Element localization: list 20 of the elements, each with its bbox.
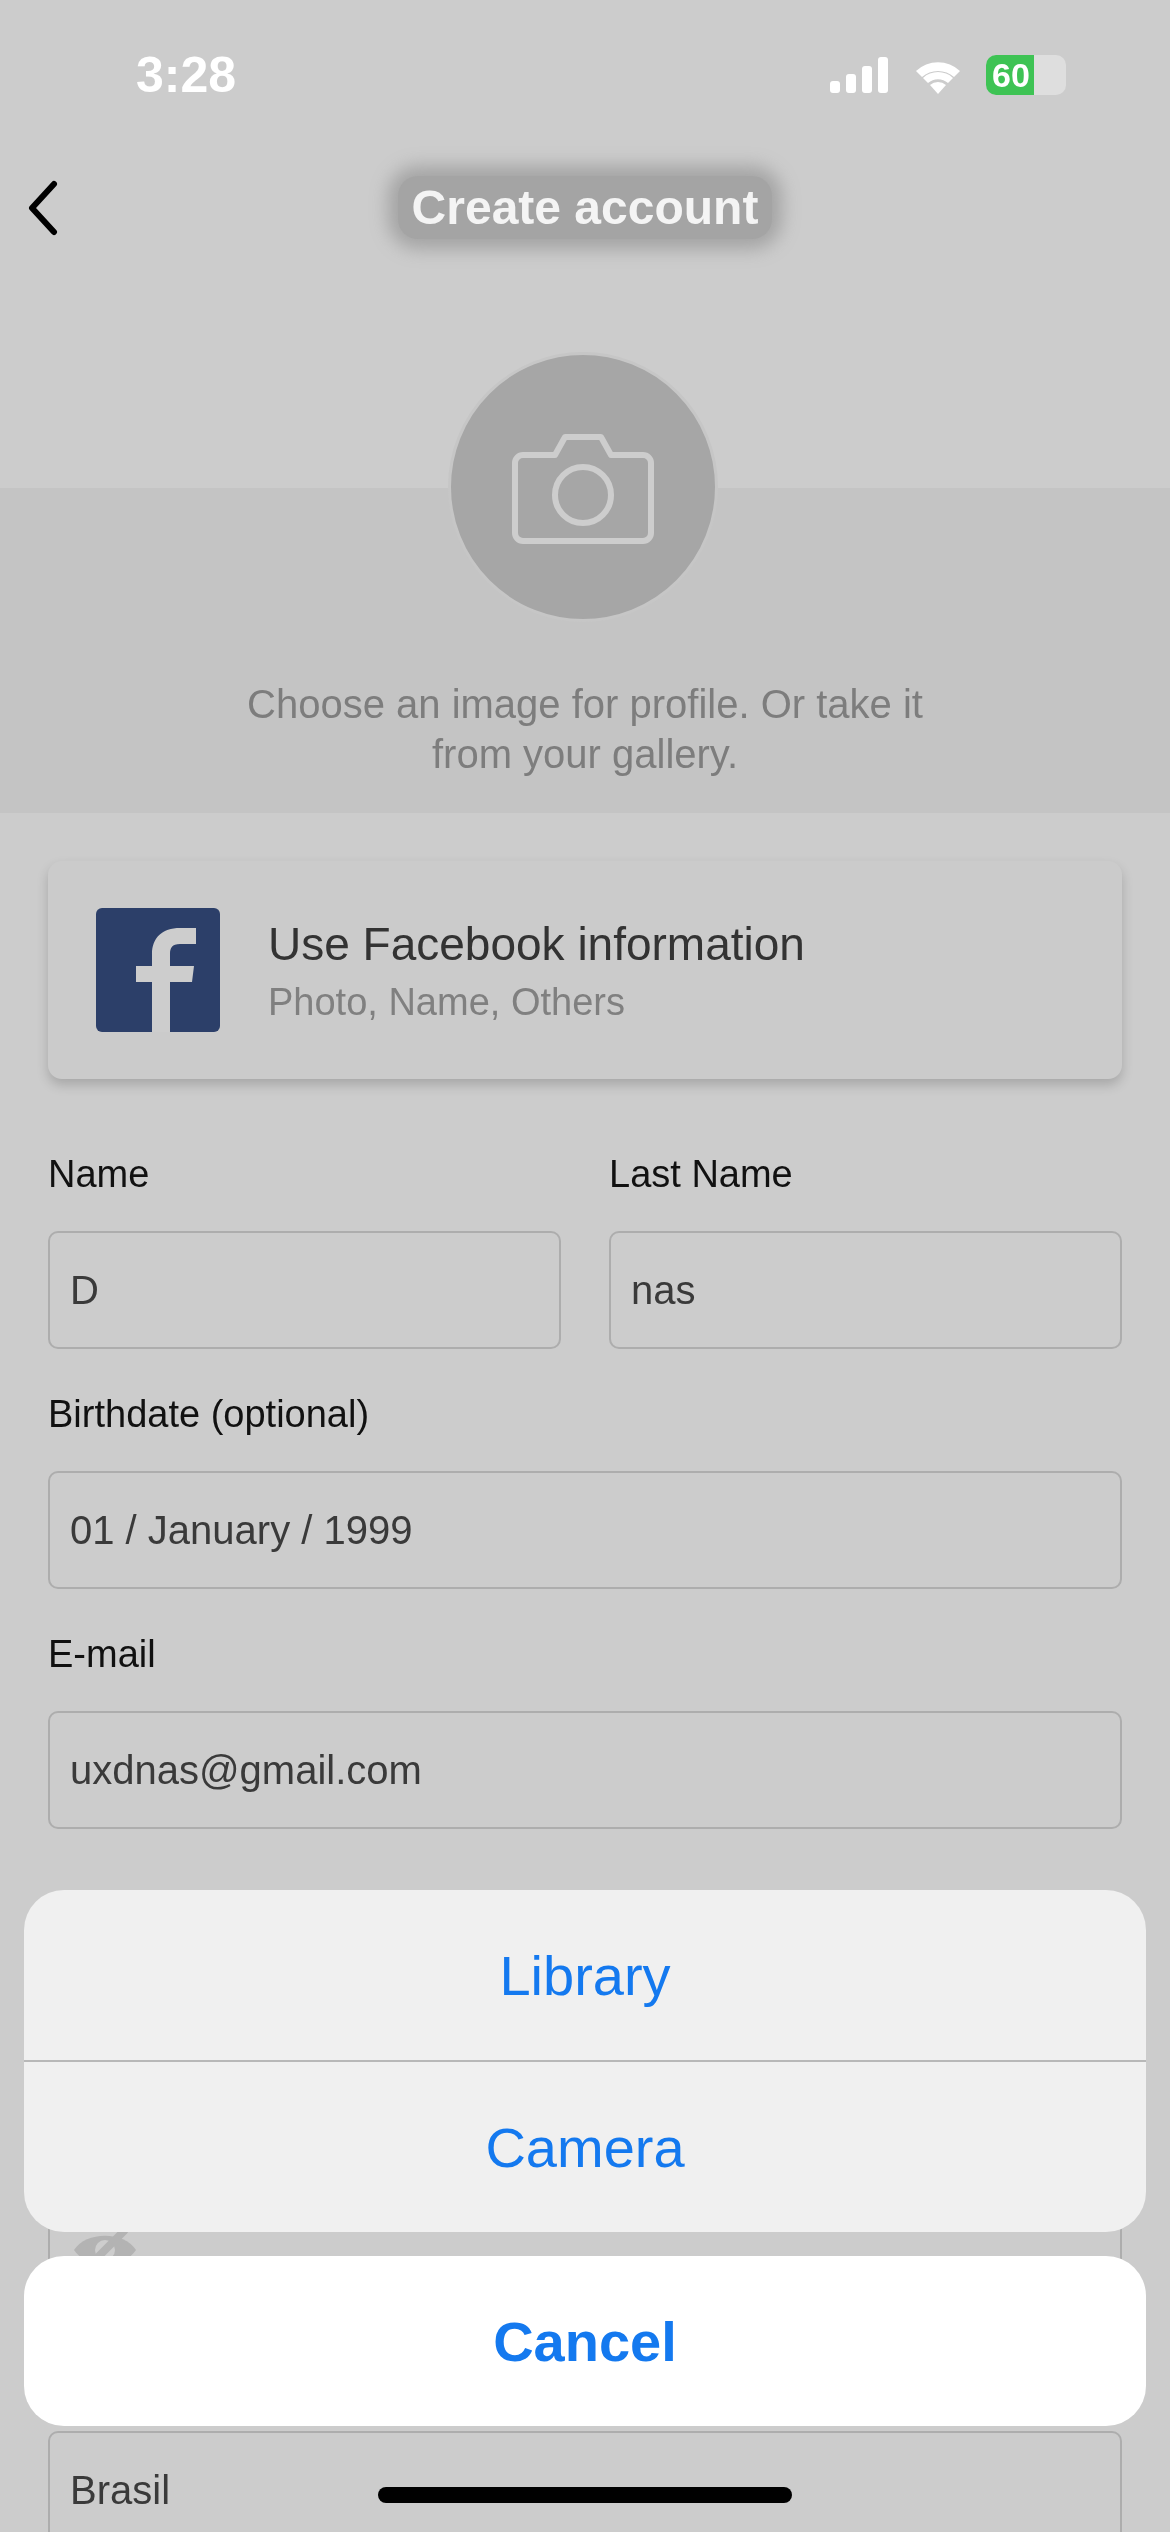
- facebook-subtitle: Photo, Name, Others: [268, 980, 626, 1024]
- battery-icon: 60: [986, 55, 1066, 95]
- sheet-option[interactable]: Camera: [24, 2062, 1146, 2232]
- facebook-title: Use Facebook information: [268, 916, 805, 971]
- facebook-button[interactable]: Use Facebook information Photo, Name, Others: [48, 861, 1122, 1079]
- field-label: Name: [48, 1152, 151, 1197]
- signal-icon: [830, 57, 890, 93]
- cancel-button[interactable]: Cancel: [24, 2256, 1146, 2426]
- input-field[interactable]: uxdnas@gmail.com: [48, 1711, 1122, 1829]
- sheet-option[interactable]: Library: [24, 1890, 1146, 2060]
- facebook-icon: [96, 908, 220, 1032]
- avatar-caption: Choose an image for profile. Or take it from your gallery.: [246, 681, 924, 778]
- back-icon[interactable]: [28, 180, 58, 236]
- input-field[interactable]: 01 / January / 1999: [48, 1471, 1122, 1589]
- input-field[interactable]: D: [48, 1231, 561, 1349]
- field-label: E-mail: [48, 1632, 157, 1677]
- screen-title: Create account: [397, 176, 773, 239]
- input-field[interactable]: nas: [609, 1231, 1122, 1349]
- field-label: Birthdate (optional): [48, 1392, 371, 1437]
- field-label: Last Name: [609, 1152, 794, 1197]
